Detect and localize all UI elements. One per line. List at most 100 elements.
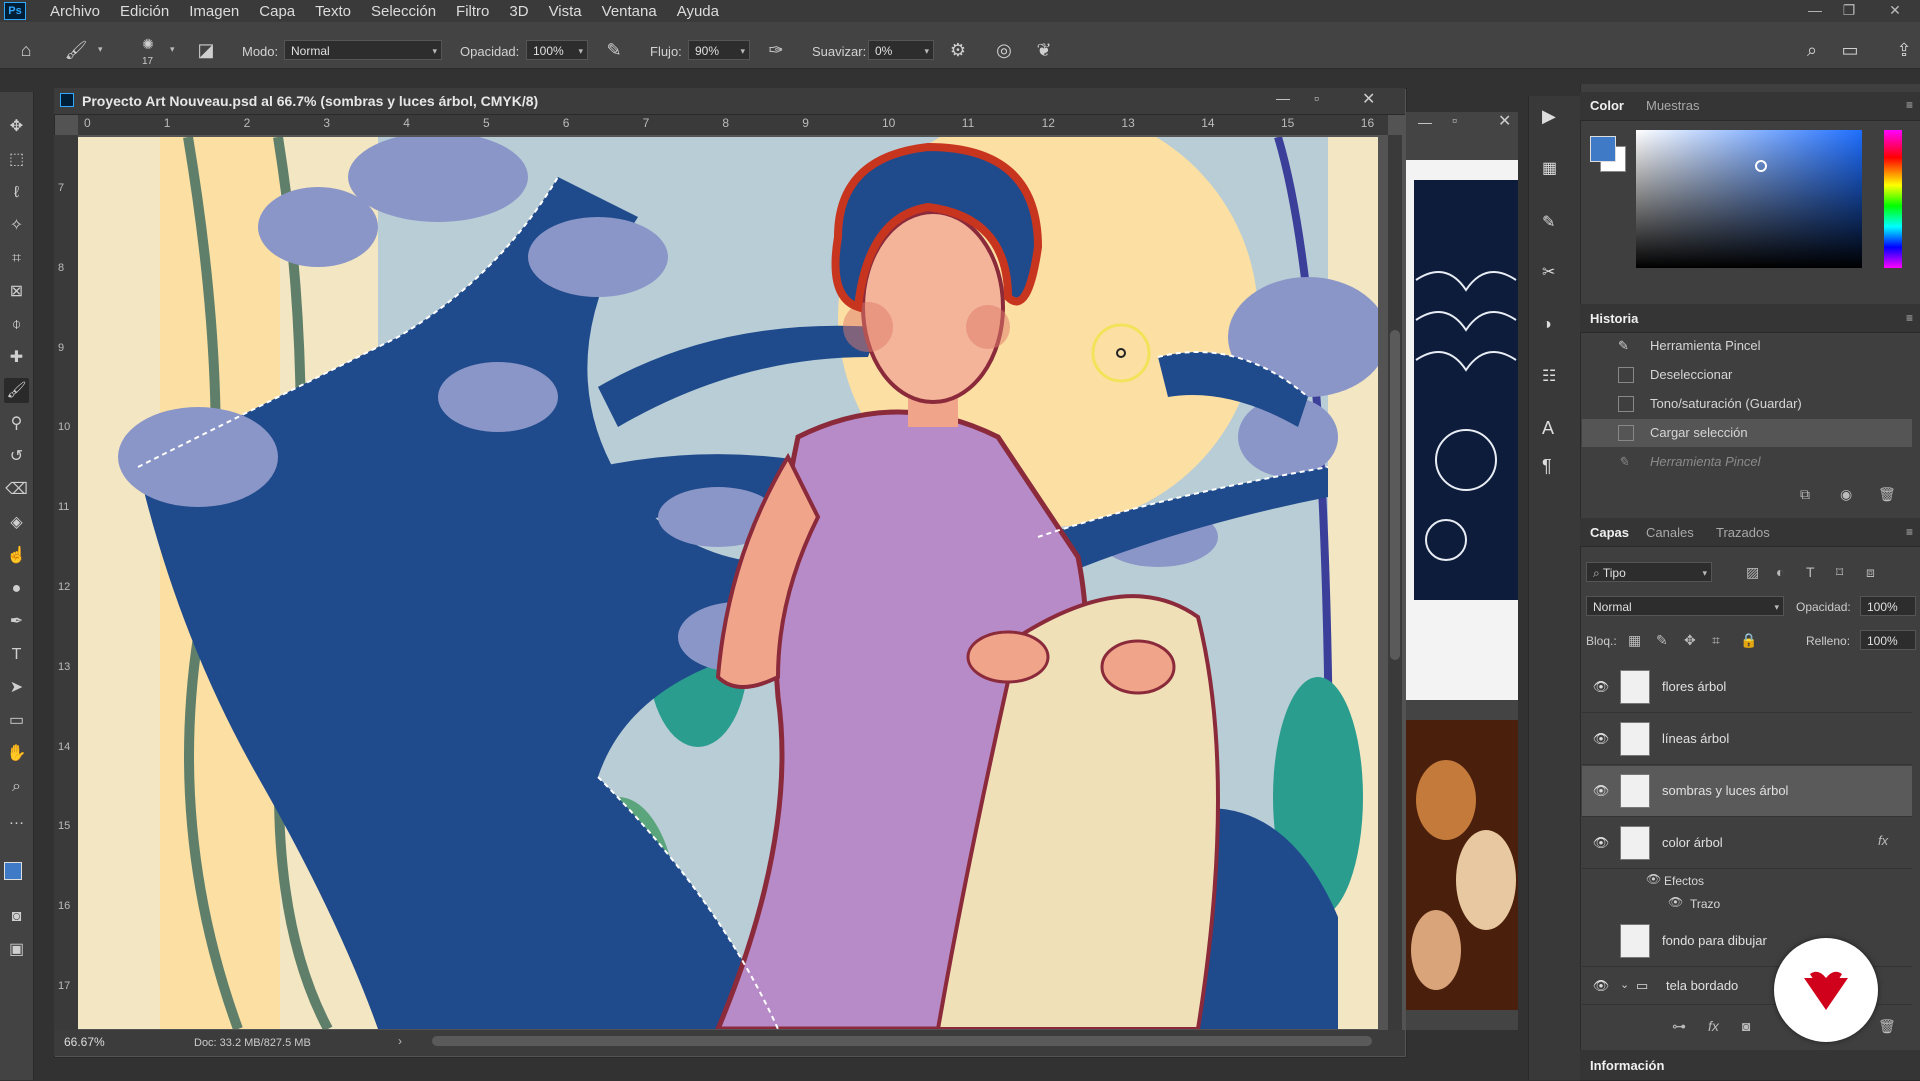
add-mask-icon[interactable]: ◙ xyxy=(1742,1018,1750,1034)
eye-icon[interactable]: 👁 xyxy=(1592,679,1610,694)
pen-tool-icon[interactable]: ✒ xyxy=(4,609,29,634)
doc2-restore-icon[interactable]: ▫ xyxy=(1452,112,1457,128)
screen-mode-icon[interactable]: ▣ xyxy=(4,937,29,962)
smudge-icon[interactable]: ☝ xyxy=(4,543,29,568)
fx-icon[interactable]: fx xyxy=(1708,1018,1719,1034)
layer-row[interactable]: 👁 color árbol fx xyxy=(1582,818,1912,869)
menu-archivo[interactable]: Archivo xyxy=(40,3,110,20)
tab-canales[interactable]: Canales xyxy=(1646,525,1694,540)
chevron-down-icon[interactable]: ▾ xyxy=(98,44,103,55)
doc2-close-icon[interactable]: ✕ xyxy=(1498,111,1511,131)
doc-close-icon[interactable]: ✕ xyxy=(1362,89,1375,109)
move-tool-icon[interactable]: ✥ xyxy=(4,114,29,139)
mode-select[interactable]: Normal ▾ xyxy=(284,40,442,60)
path-selection-icon[interactable]: ➤ xyxy=(4,675,29,700)
camera-icon[interactable]: ◉ xyxy=(1840,486,1852,503)
layer-row[interactable]: 👁 flores árbol xyxy=(1582,662,1912,713)
panel-menu-icon[interactable]: ≡ xyxy=(1906,311,1913,325)
minimize-icon[interactable]: — xyxy=(1800,0,1830,22)
stroke-effect-row[interactable]: 👁 Trazo xyxy=(1582,893,1912,915)
paragraph-icon[interactable]: ¶ xyxy=(1542,456,1552,477)
menu-3d[interactable]: 3D xyxy=(499,3,538,20)
tab-color[interactable]: Color xyxy=(1590,98,1624,113)
doc-restore-icon[interactable]: ▫ xyxy=(1314,90,1319,106)
brush-tool-icon[interactable]: 🖌 xyxy=(4,378,29,403)
pressure-opacity-icon[interactable]: ✎ xyxy=(602,40,626,60)
vertical-scroll-thumb[interactable] xyxy=(1390,330,1400,660)
layer-opacity-field[interactable]: 100% xyxy=(1860,596,1916,616)
trash-icon[interactable]: 🗑 xyxy=(1878,486,1896,503)
history-brush-icon[interactable]: ↺ xyxy=(4,444,29,469)
history-item[interactable]: Deseleccionar xyxy=(1582,361,1912,389)
layer-row[interactable]: 👁 líneas árbol xyxy=(1582,714,1912,765)
healing-brush-icon[interactable]: ✚ xyxy=(4,345,29,370)
eye-icon[interactable]: 👁 xyxy=(1592,731,1610,746)
eye-icon[interactable]: 👁 xyxy=(1592,835,1610,850)
menu-edicion[interactable]: Edición xyxy=(110,3,179,20)
layer-filter-select[interactable]: ⌕ Tipo ▾ xyxy=(1586,562,1712,582)
foreground-color-swatch[interactable] xyxy=(1590,136,1616,162)
flow-field[interactable]: 90% ▾ xyxy=(688,40,750,60)
close-icon[interactable]: ✕ xyxy=(1880,0,1910,22)
history-item-undone[interactable]: ✎ Herramienta Pincel xyxy=(1582,448,1912,476)
filter-shape-icon[interactable]: ⌑ xyxy=(1836,564,1843,581)
restore-icon[interactable]: ❐ xyxy=(1834,0,1864,22)
filter-type-icon[interactable]: T xyxy=(1806,564,1815,580)
menu-seleccion[interactable]: Selección xyxy=(361,3,446,20)
adjustments-icon[interactable]: ◑ xyxy=(1542,316,1552,334)
brush-preset-icon[interactable]: ✺ xyxy=(136,34,160,54)
symmetry-icon[interactable]: ❦ xyxy=(1032,40,1056,60)
history-item-current[interactable]: Cargar selección xyxy=(1582,419,1912,447)
tab-trazados[interactable]: Trazados xyxy=(1716,525,1770,540)
tab-muestras[interactable]: Muestras xyxy=(1646,98,1699,113)
pressure-size-icon[interactable]: ◎ xyxy=(992,40,1016,60)
menu-ventana[interactable]: Ventana xyxy=(592,3,667,20)
properties-icon[interactable]: ☷ xyxy=(1542,366,1556,386)
hue-slider[interactable] xyxy=(1884,130,1902,268)
status-arrow-icon[interactable]: › xyxy=(398,1034,402,1048)
doc2-minimize-icon[interactable]: — xyxy=(1418,114,1432,130)
brushes-icon[interactable]: ✎ xyxy=(1542,212,1555,232)
filter-adjustment-icon[interactable]: ◐ xyxy=(1776,564,1784,580)
share-icon[interactable]: ⇪ xyxy=(1892,40,1916,60)
home-icon[interactable]: ⌂ xyxy=(14,40,38,60)
lock-position-icon[interactable]: ✥ xyxy=(1684,632,1696,649)
menu-imagen[interactable]: Imagen xyxy=(179,3,249,20)
foreground-color-swatch[interactable] xyxy=(4,862,22,880)
artwork-canvas[interactable] xyxy=(78,137,1378,1029)
play-icon[interactable]: ▶ xyxy=(1542,106,1556,127)
clone-stamp-icon[interactable]: ⚲ xyxy=(4,411,29,436)
filter-smart-object-icon[interactable]: ⧈ xyxy=(1866,564,1875,581)
gear-icon[interactable]: ⚙ xyxy=(946,40,970,60)
eye-icon[interactable]: 👁 xyxy=(1592,978,1610,993)
dodge-icon[interactable]: ● xyxy=(4,576,29,601)
menu-texto[interactable]: Texto xyxy=(305,3,361,20)
menu-capa[interactable]: Capa xyxy=(249,3,305,20)
doc-minimize-icon[interactable]: — xyxy=(1276,90,1290,106)
history-item[interactable]: Herramienta Pincel ✎ xyxy=(1582,332,1912,360)
chevron-down-icon[interactable]: ⌄ xyxy=(1620,978,1629,991)
smoothing-field[interactable]: 0% ▾ xyxy=(868,40,934,60)
crop-tool-icon[interactable]: ⌗ xyxy=(4,246,29,271)
zoom-level[interactable]: 66.67% xyxy=(64,1035,105,1049)
eye-icon[interactable]: 👁 xyxy=(1646,872,1661,886)
lock-artboard-icon[interactable]: ⌗ xyxy=(1712,632,1720,649)
link-layers-icon[interactable]: ⊶ xyxy=(1672,1018,1686,1035)
menu-ayuda[interactable]: Ayuda xyxy=(667,3,729,20)
character-icon[interactable]: A xyxy=(1542,418,1554,439)
tools-presets-icon[interactable]: ✂ xyxy=(1542,262,1555,282)
panel-menu-icon[interactable]: ≡ xyxy=(1906,98,1913,112)
effects-row[interactable]: 👁 Efectos xyxy=(1582,870,1912,892)
history-item[interactable]: Tono/saturación (Guardar) xyxy=(1582,390,1912,418)
brush-tool-icon[interactable]: 🖌 xyxy=(64,40,88,60)
lock-pixels-icon[interactable]: ✎ xyxy=(1656,632,1668,649)
magic-wand-icon[interactable]: ✧ xyxy=(4,213,29,238)
more-tools-icon[interactable]: … xyxy=(4,807,29,832)
horizontal-scroll-thumb[interactable] xyxy=(432,1036,1372,1046)
info-title[interactable]: Información xyxy=(1590,1058,1664,1073)
eraser-icon[interactable]: ⌫ xyxy=(4,477,29,502)
panel-menu-icon[interactable]: ≡ xyxy=(1906,525,1913,539)
rectangle-tool-icon[interactable]: ▭ xyxy=(4,708,29,733)
lock-all-icon[interactable]: 🔒 xyxy=(1740,632,1757,649)
airbrush-icon[interactable]: ✑ xyxy=(764,40,788,60)
